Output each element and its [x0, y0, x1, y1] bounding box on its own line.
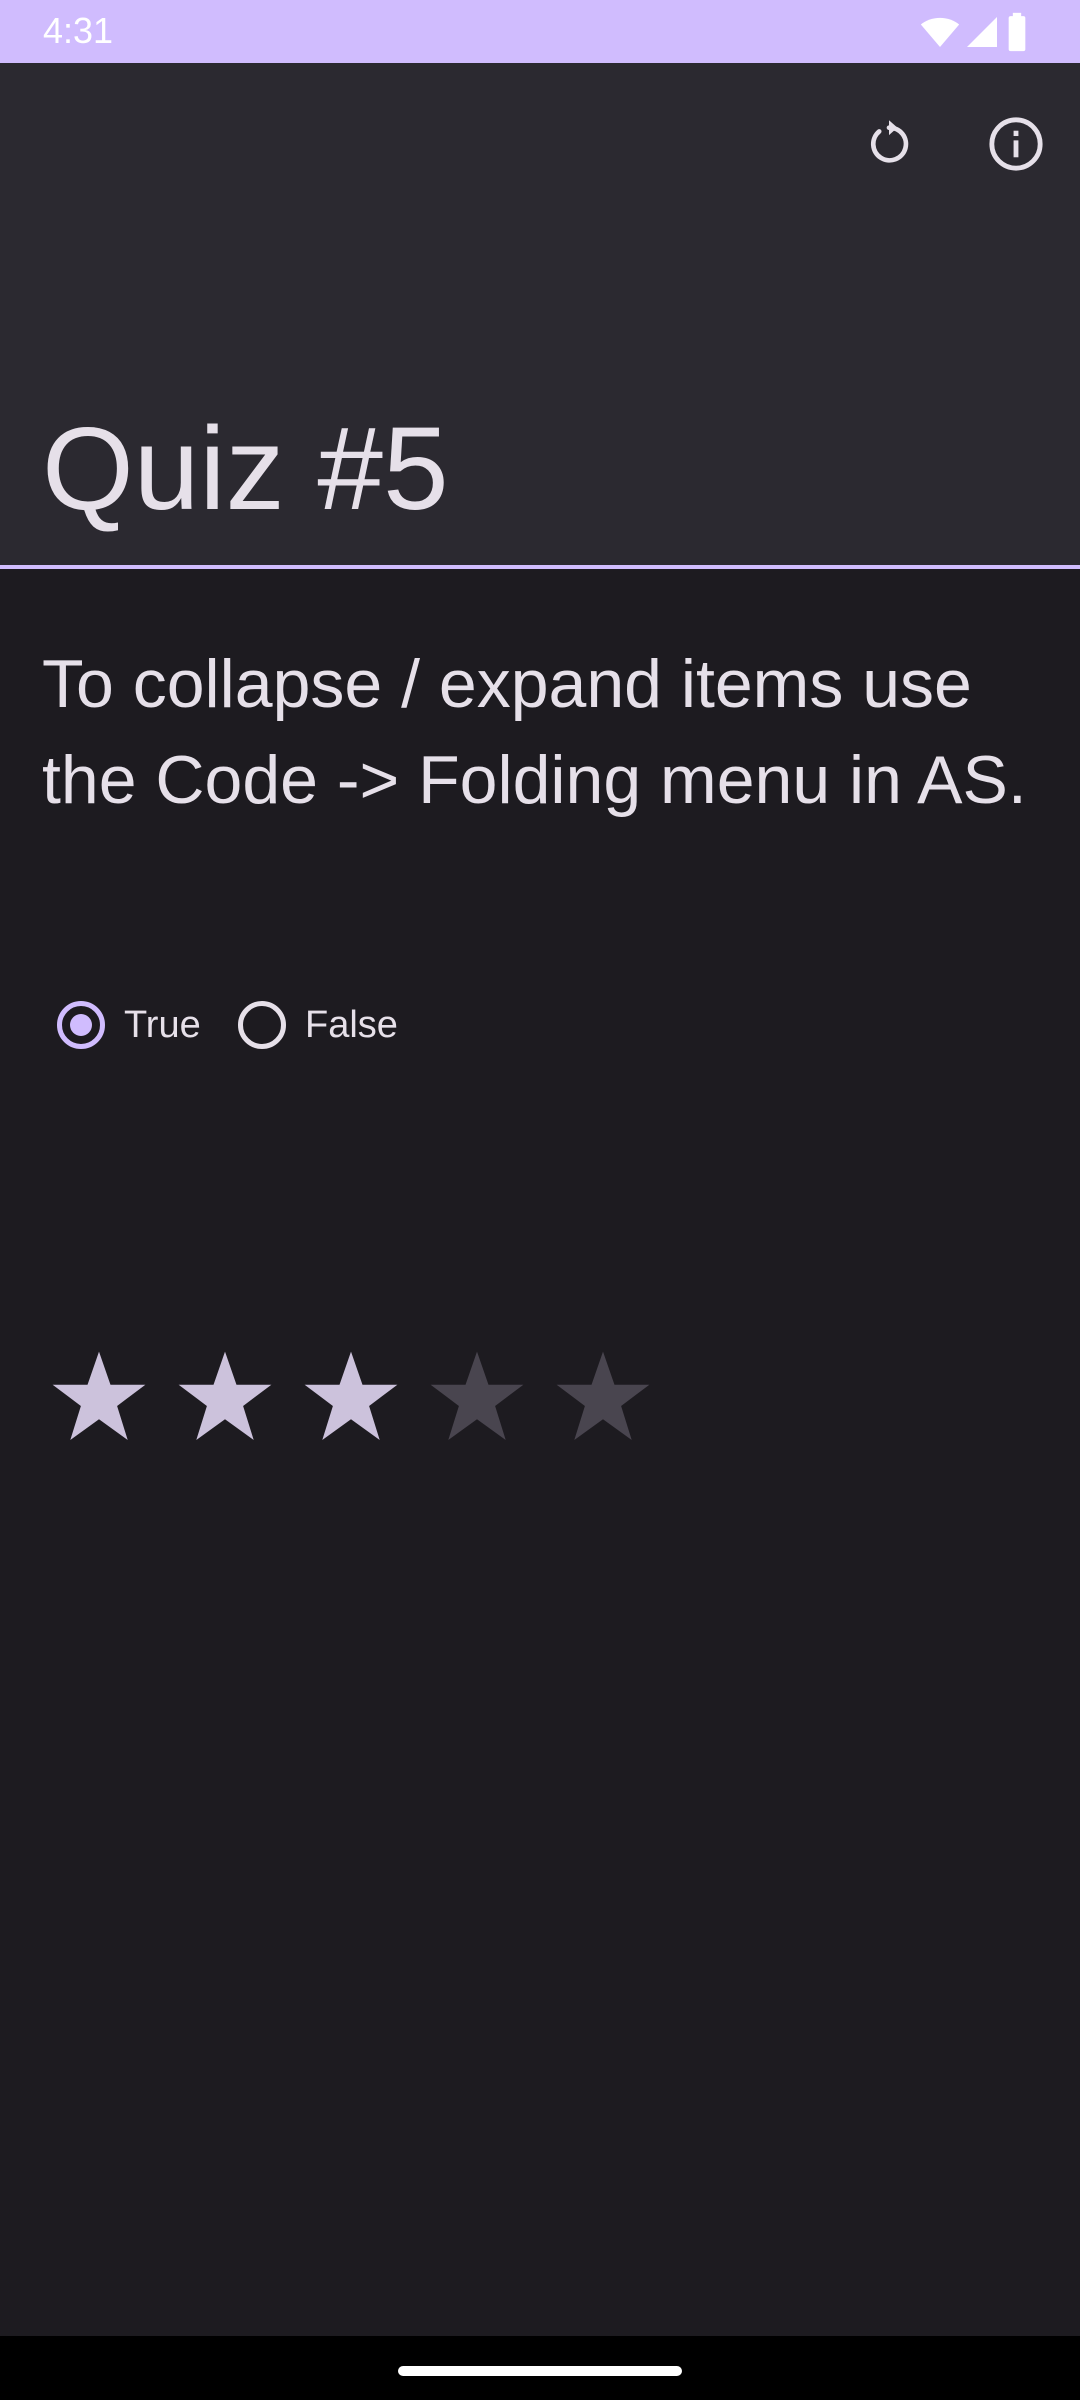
star-icon-4[interactable]	[424, 1345, 530, 1451]
radio-option-false[interactable]: False	[223, 985, 398, 1065]
radio-button-true[interactable]	[57, 1001, 105, 1049]
status-bar: 4:31	[0, 0, 1080, 63]
navigation-bar	[0, 2336, 1080, 2400]
radio-label-true: True	[124, 1003, 201, 1046]
star-icon-3[interactable]	[298, 1345, 404, 1451]
star-icon-1[interactable]	[46, 1345, 152, 1451]
star-icon-5[interactable]	[550, 1345, 656, 1451]
status-time: 4:31	[43, 10, 114, 51]
screen: 4:31 Quiz #5 To collapse / expand items …	[0, 0, 1080, 2400]
radio-option-true[interactable]: True	[42, 985, 201, 1065]
status-icons	[920, 12, 1040, 52]
radio-button-false[interactable]	[238, 1001, 286, 1049]
cellular-signal-icon	[967, 17, 997, 47]
home-gesture-handle[interactable]	[398, 2366, 682, 2376]
star-icon-2[interactable]	[172, 1345, 278, 1451]
rating-bar[interactable]	[46, 1345, 676, 1455]
wifi-icon	[920, 17, 960, 47]
app-bar-divider	[0, 565, 1080, 569]
refresh-button[interactable]	[844, 99, 934, 189]
refresh-icon	[870, 120, 909, 163]
page-title: Quiz #5	[42, 403, 449, 535]
info-button[interactable]	[971, 99, 1061, 189]
radio-label-false: False	[305, 1003, 398, 1046]
question-text: To collapse / expand items use the Code …	[42, 646, 1027, 818]
top-app-bar: Quiz #5	[0, 63, 1080, 568]
info-icon	[989, 117, 1043, 171]
battery-icon	[1008, 12, 1026, 52]
